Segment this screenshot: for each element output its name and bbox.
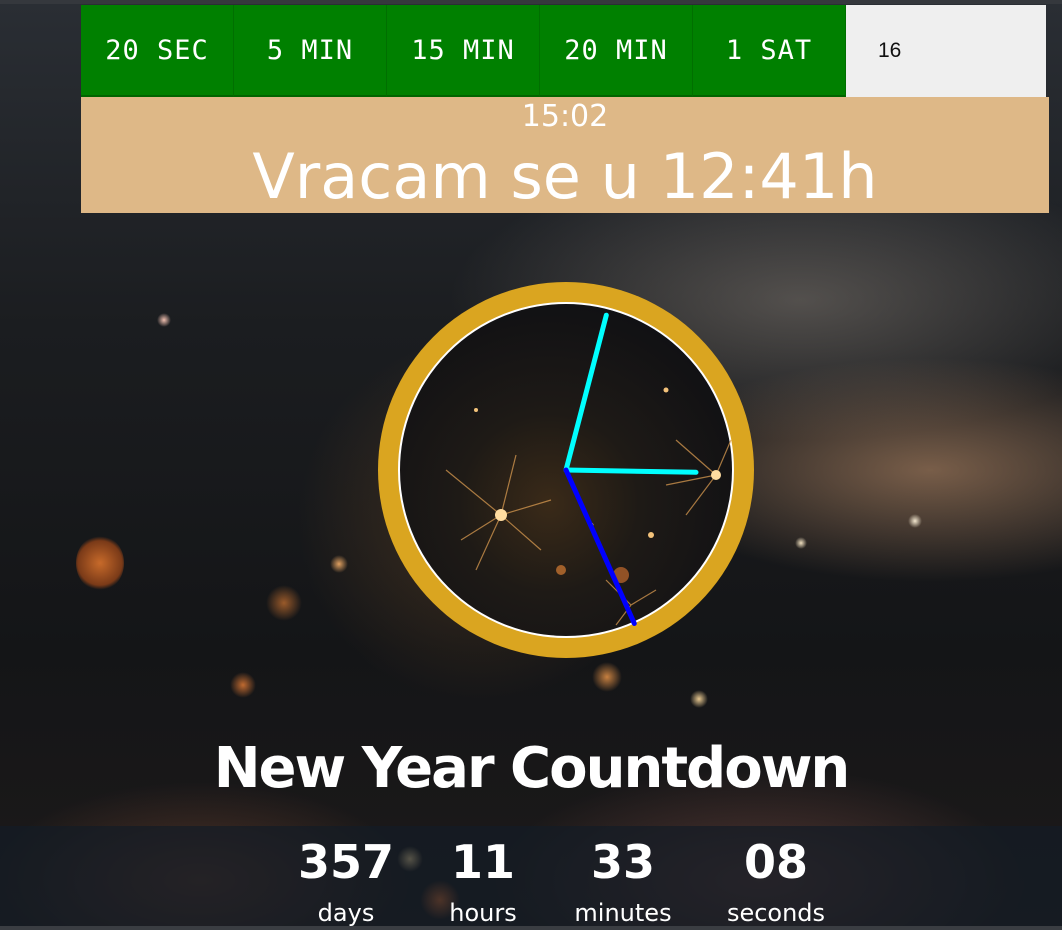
timer-5-min-button[interactable]: 5 MIN <box>234 5 387 97</box>
countdown-hours-value: 11 <box>450 835 515 889</box>
clock-svg <box>378 282 754 658</box>
timer-20-sec-button[interactable]: 20 SEC <box>81 5 234 97</box>
return-message: Vracam se u 12:41h <box>252 140 878 213</box>
countdown-minutes: 33 minutes <box>543 826 703 928</box>
bokeh-light <box>76 535 124 591</box>
countdown-title: New Year Countdown <box>213 736 851 801</box>
countdown-strip: 357 days 11 hours 33 minutes 08 seconds <box>0 826 1062 930</box>
countdown-days-label: days <box>317 899 375 927</box>
current-time: 15:02 <box>521 99 609 134</box>
countdown-seconds-label: seconds <box>726 899 826 927</box>
countdown-seconds-value: 08 <box>743 835 808 889</box>
analog-clock <box>366 270 766 670</box>
status-panel: 15:02 Vracam se u 12:41h <box>81 97 1049 213</box>
bokeh-light <box>690 690 708 708</box>
clock-hour-hand <box>563 467 699 475</box>
countdown-days: 357 days <box>266 826 426 928</box>
bokeh-light <box>330 555 348 573</box>
countdown-hours: 11 hours <box>403 826 563 928</box>
bokeh-light <box>795 537 807 549</box>
timer-preset-bar: 20 SEC 5 MIN 15 MIN 20 MIN 1 SAT <box>81 5 1049 97</box>
bokeh-light <box>230 672 256 698</box>
bokeh-light <box>908 514 922 528</box>
countdown-seconds: 08 seconds <box>696 826 856 928</box>
countdown-days-value: 357 <box>297 835 395 889</box>
countdown-hours-label: hours <box>449 899 517 927</box>
timer-15-min-button[interactable]: 15 MIN <box>387 5 540 97</box>
countdown-minutes-label: minutes <box>574 899 672 927</box>
custom-minutes-input[interactable] <box>846 5 1046 97</box>
bokeh-light <box>157 313 171 327</box>
bottom-border <box>0 926 1062 930</box>
bokeh-light <box>266 585 302 621</box>
page: 20 SEC 5 MIN 15 MIN 20 MIN 1 SAT 15:02 V… <box>0 0 1062 930</box>
timer-20-min-button[interactable]: 20 MIN <box>540 5 693 97</box>
countdown-minutes-value: 33 <box>590 835 655 889</box>
top-border <box>0 0 1062 4</box>
timer-1-hour-button[interactable]: 1 SAT <box>693 5 846 97</box>
